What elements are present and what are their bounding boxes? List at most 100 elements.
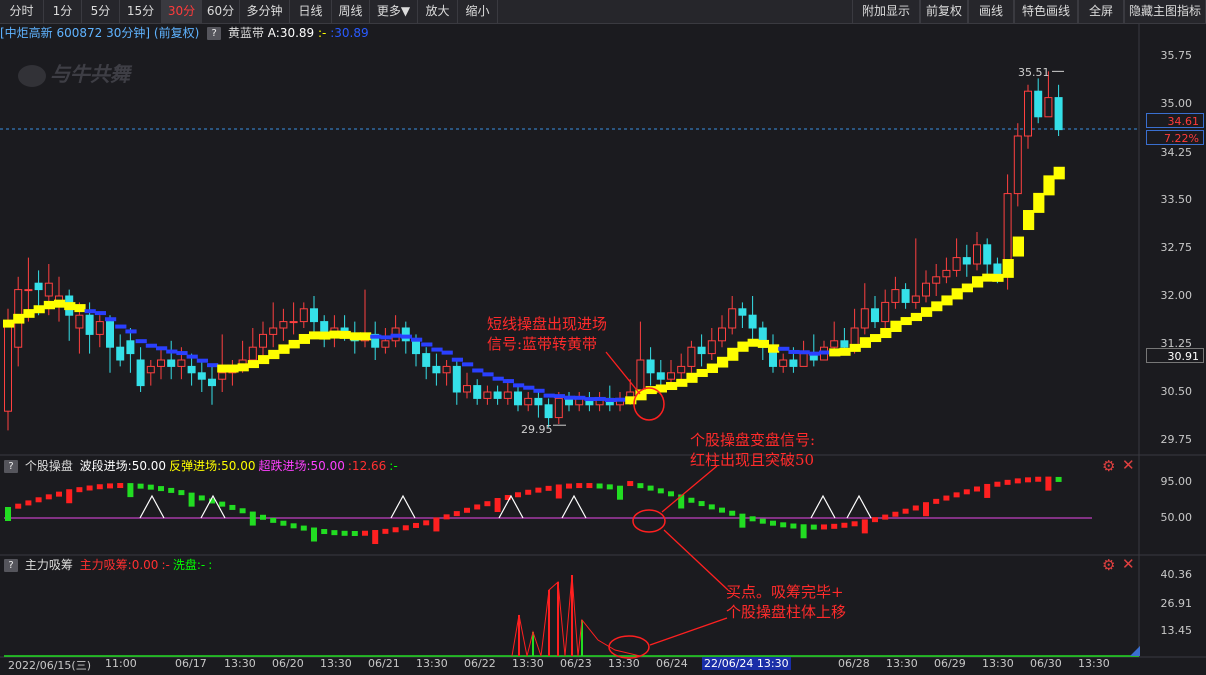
sub1-bar [739, 513, 746, 528]
candle-body [534, 397, 543, 406]
candle-body [34, 282, 43, 291]
sub1-bar [749, 516, 756, 522]
band-segment-yellow [339, 330, 351, 339]
sub1-bar [861, 519, 868, 534]
band-segment-blue [411, 337, 423, 342]
sub2-settings-icon[interactable]: ⚙ [1102, 556, 1115, 574]
band-segment-blue [421, 342, 433, 347]
band-segment-yellow [237, 363, 249, 372]
candle-body [463, 385, 471, 393]
candle-body [1044, 97, 1053, 118]
band-segment-blue [125, 329, 137, 334]
band-segment-yellow [757, 339, 769, 348]
band-segment-blue [553, 394, 565, 399]
current-pct-box: 7.22% [1146, 130, 1204, 145]
band-segment-yellow [349, 332, 361, 341]
price-tick: 32.75 [1160, 241, 1193, 254]
sub1-bar [260, 514, 266, 520]
candle-body [881, 301, 890, 323]
band-segment-blue [156, 346, 168, 351]
sub1-bar [311, 527, 317, 542]
candle-body [677, 365, 686, 374]
sub2-help-button[interactable]: ? [4, 559, 18, 572]
candle-body [75, 314, 84, 329]
candle-body [952, 257, 961, 271]
time-tick: 06/17 [175, 657, 207, 670]
band-segment-blue [584, 397, 596, 402]
sub1-bar [933, 498, 940, 504]
sub2-close-icon[interactable]: ✕ [1122, 555, 1135, 573]
sub1-help-button[interactable]: ? [4, 460, 18, 473]
band-segment-blue [380, 335, 392, 340]
sub1-bar [45, 494, 52, 500]
candle-body [911, 295, 920, 303]
band-segment-yellow [298, 333, 310, 344]
band-segment-yellow [706, 363, 718, 373]
sub1-bar [790, 523, 797, 529]
band-segment-blue [523, 385, 535, 390]
sub1-bar [280, 520, 287, 526]
sub2-value: : [208, 558, 213, 572]
sub1-settings-icon[interactable]: ⚙ [1102, 457, 1115, 475]
sub1-bar [974, 486, 980, 492]
band-segment-blue [604, 397, 616, 402]
sub1-bar [86, 485, 93, 491]
sub1-bar [668, 491, 674, 497]
sub2-value: :- [161, 558, 170, 572]
candle-body [667, 372, 675, 380]
sub1-bar [147, 484, 154, 490]
band-segment-yellow [992, 273, 1004, 282]
candle-body [116, 346, 125, 361]
band-segment-yellow [247, 360, 259, 369]
time-tick: 06/21 [368, 657, 400, 670]
band-segment-yellow [360, 332, 372, 341]
band-segment-blue [400, 334, 412, 339]
scroll-corner-icon[interactable] [1130, 646, 1140, 656]
candle-body [646, 359, 655, 374]
sub2-title[interactable]: 主力吸筹 [25, 558, 73, 572]
sub1-close-icon[interactable]: ✕ [1122, 456, 1135, 474]
candle-body [1034, 90, 1043, 118]
sub1-bar [66, 489, 73, 504]
sub2-header: ? 主力吸筹 主力吸筹:0.00:- 洗盘:-: [0, 557, 212, 573]
sub1-bar [770, 520, 776, 526]
band-segment-yellow [309, 331, 321, 340]
annotation-buy-point: 买点。吸筹完毕+ 个股操盘柱体上移 [726, 582, 846, 622]
sub1-bar [780, 522, 787, 528]
band-segment-yellow [839, 347, 851, 356]
band-segment-yellow [870, 334, 882, 343]
sub1-bar [15, 503, 22, 509]
candle-body [259, 333, 267, 348]
sub1-bar [719, 507, 725, 513]
sub1-bar [453, 511, 460, 517]
sub1-bar [810, 524, 817, 530]
sub1-bar [708, 504, 715, 510]
price-tick: 34.25 [1160, 146, 1193, 159]
candle-body [422, 353, 431, 367]
band-segment-yellow [900, 317, 912, 326]
candle-body [973, 244, 981, 265]
candle-body [310, 308, 318, 323]
sub1-bar [566, 483, 572, 489]
sub1-bar [168, 487, 175, 493]
sub1-bar [270, 517, 277, 523]
sub1-axis-50: 50.00 [1160, 511, 1193, 524]
candle-body [1054, 97, 1063, 131]
sub1-title[interactable]: 个股操盘 [25, 459, 73, 473]
band-segment-yellow [859, 337, 871, 348]
sub1-bar [729, 510, 736, 516]
band-segment-yellow [941, 295, 953, 306]
band-segment-yellow [717, 356, 729, 368]
candle-body [269, 327, 278, 335]
band-segment-blue [788, 349, 800, 354]
time-tick: 06/30 [1030, 657, 1062, 670]
buy-point-circle [608, 635, 650, 659]
band-segment-yellow [768, 344, 780, 353]
band-segment-yellow [1023, 210, 1035, 231]
band-segment-yellow [1033, 192, 1045, 213]
sub1-bar [331, 530, 338, 536]
watermark-text: 与牛共舞 [50, 62, 130, 86]
band-segment-yellow [3, 319, 15, 328]
band-segment-blue [105, 317, 117, 322]
candle-body [656, 372, 665, 380]
